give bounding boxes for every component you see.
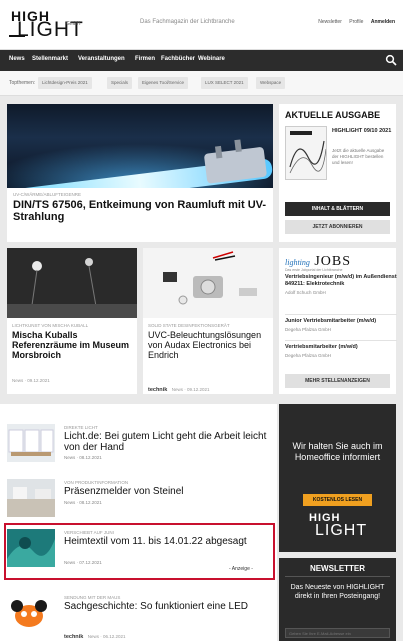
highlight-logo[interactable]: HIGH LIGHT GmbH [9, 8, 109, 42]
job-title[interactable]: Junior Vertriebsmitarbeiter (m/w/d) [285, 318, 397, 325]
promo-text: Wir halten Sie auch im Homeoffice inform… [292, 441, 383, 462]
article-card-kuball[interactable]: LICHTKUNST VON MISCHA KUBALL Mischa Kuba… [7, 248, 137, 394]
job-title[interactable]: Vertriebsmitarbeiter (m/w/d) [285, 344, 397, 351]
hero-category: UV-C/WÄRME/ABLUFTEIGENRE [13, 192, 82, 197]
more-jobs-button[interactable]: MEHR STELLENANZEIGEN [285, 374, 390, 388]
read-free-button[interactable]: KOSTENLOS LESEN [303, 494, 372, 506]
job-item[interactable]: Vertriebsingenieur (m/w/d) im Außendiens… [285, 274, 397, 295]
topic-chip[interactable]: LUX SELECT 2021 [201, 77, 248, 89]
nav-item-stellenmarkt[interactable]: Stellenmarkt [32, 56, 68, 62]
divider [285, 340, 397, 341]
news-category: VON PRODUKTINFORMATION [64, 480, 129, 485]
news-item[interactable]: SENDUNG MIT DER MAUS Sachgeschichte: So … [7, 594, 272, 640]
newsletter-panel: NEWSLETTER Das Neueste von HIGHLIGHT dir… [279, 558, 396, 641]
topic-chip[interactable]: Webspace [256, 77, 286, 89]
job-item[interactable]: Vertriebsmitarbeiter (m/w/d) Degeha Pfal… [285, 344, 397, 358]
issue-panel: AKTUELLE AUSGABE HIGHLIGHT 09/10 2021 Je… [279, 104, 396, 242]
hero-image [7, 104, 273, 188]
newsletter-email-input[interactable] [285, 628, 390, 638]
logo-sup: GmbH [66, 21, 81, 27]
job-company: Degeha Pfalzsa GmbH [285, 353, 332, 358]
subscribe-button[interactable]: JETZT ABONNIEREN [285, 220, 390, 234]
news-thumb-sensor [7, 479, 55, 517]
newsletter-link[interactable]: Newsletter [318, 19, 342, 25]
uvc-category: SOLID STATE DESINFEKTIONSGERÄT [148, 323, 230, 328]
topics-label: Topthemen: [9, 80, 36, 86]
logo-bar [9, 35, 25, 37]
topic-chip[interactable]: Eigenes Tool/Service [138, 77, 188, 89]
uvc-tag[interactable]: technik [148, 387, 167, 393]
news-item[interactable]: VON PRODUKTINFORMATION Präsenzmelder von… [7, 479, 272, 525]
read-issue-button[interactable]: INHALT & BLÄTTERN [285, 202, 390, 216]
uvc-title[interactable]: UVC-Beleuchtungslösungen von Audax Elect… [148, 330, 270, 360]
news-item[interactable]: DIREKTE LICHT Licht.de: Bei gutem Licht … [7, 424, 272, 470]
job-title[interactable]: Vertriebsingenieur (m/w/d) im Außendiens… [285, 274, 397, 288]
news-thumb-office [7, 424, 55, 462]
kuball-image [7, 248, 137, 318]
promo-logo: HIGH LIGHT [309, 512, 369, 542]
jobs-subtitle: Das erste Jobportal der Lichtbranche [285, 268, 343, 272]
topic-chip[interactable]: Specials [107, 77, 133, 89]
news-meta: News · 08.12.2021 [64, 500, 102, 505]
newsletter-text: Das Neueste von HIGHLIGHT direkt in Ihre… [290, 584, 385, 600]
kuball-title[interactable]: Mischa Kuballs Referenzräume im Museum M… [12, 330, 134, 360]
hero-article[interactable]: UV-C/WÄRME/ABLUFTEIGENRE DIN/TS 67506, E… [7, 104, 273, 243]
news-category: DIREKTE LICHT [64, 425, 98, 430]
jobs-logo-lighting: lighting [285, 258, 310, 267]
issue-desc: Jetzt die aktuelle Ausgabe der HIGHLIGHT… [332, 148, 385, 165]
uvc-meta: News · 09.12.2021 [171, 387, 210, 392]
ad-label: - Anzeige - [229, 566, 253, 572]
jobs-logo-jobs: JOBS [314, 254, 352, 269]
search-icon[interactable] [385, 54, 397, 66]
kuball-category: LICHTKUNST VON MISCHA KUBALL [12, 323, 89, 328]
news-title[interactable]: Licht.de: Bei gutem Licht geht die Arbei… [64, 431, 269, 453]
news-thumb-heimtextil [7, 529, 55, 567]
nav-item-firmen[interactable]: Firmen [135, 56, 155, 62]
topic-bar: Topthemen: Lichtdesign-Preis 2021 Specia… [0, 71, 403, 96]
utility-links: Newsletter Profile Anmelden [312, 19, 395, 25]
job-item[interactable]: Junior Vertriebsmitarbeiter (m/w/d) Dege… [285, 318, 397, 332]
profile-link[interactable]: Profile [349, 19, 363, 25]
divider [285, 314, 397, 315]
article-card-uvc[interactable]: SOLID STATE DESINFEKTIONSGERÄT UVC-Beleu… [143, 248, 273, 394]
issue-heading: AKTUELLE AUSGABE [285, 110, 381, 120]
main-nav: News Stellenmarkt Veranstaltungen Firmen… [0, 50, 403, 71]
news-meta-row: technik News · 06.12.2021 [64, 625, 126, 641]
issue-cover[interactable] [285, 126, 327, 180]
nav-item-news[interactable]: News [9, 56, 25, 62]
nav-item-veranstaltungen[interactable]: Veranstaltungen [78, 56, 125, 62]
job-company: Adolf Schuch GmbH [285, 290, 326, 295]
issue-title[interactable]: HIGHLIGHT 09/10 2021 [332, 128, 392, 135]
topic-chip[interactable]: Lichtdesign-Preis 2021 [38, 77, 92, 89]
news-title[interactable]: Sachgeschichte: So funktioniert eine LED [64, 601, 269, 612]
news-title[interactable]: Präsenzmelder von Steinel [64, 486, 269, 497]
job-company: Degeha Pfalzsa GmbH [285, 327, 332, 332]
news-meta: News · 08.12.2021 [64, 455, 102, 460]
uvc-meta-row: technik News · 09.12.2021 [148, 378, 210, 396]
promo-logo-bottom: LIGHT [315, 522, 368, 539]
kuball-meta: News · 09.12.2021 [12, 378, 50, 383]
news-tag[interactable]: technik [64, 634, 83, 640]
news-title[interactable]: Heimtextil vom 11. bis 14.01.22 abgesagt [64, 536, 269, 547]
site-header: HIGH LIGHT GmbH Das Fachmagazin der Lich… [0, 0, 403, 50]
nav-item-fachbuecher[interactable]: Fachbücher [161, 56, 195, 62]
jobs-panel: lighting JOBS Das erste Jobportal der Li… [279, 248, 397, 394]
divider [285, 576, 390, 577]
hero-title[interactable]: DIN/TS 67506, Entkeimung von Raumluft mi… [13, 199, 271, 223]
uvc-image [143, 248, 273, 318]
promo-ad-panel[interactable]: Wir halten Sie auch im Homeoffice inform… [279, 404, 396, 552]
news-meta: News · 07.12.2021 [64, 560, 102, 565]
news-category: SENDUNG MIT DER MAUS [64, 595, 121, 600]
news-meta: News · 06.12.2021 [87, 634, 126, 639]
news-category: VERSCHIEBT AUF JUNI [64, 530, 114, 535]
nav-item-webinare[interactable]: Webinare [198, 56, 225, 62]
news-list: DIREKTE LICHT Licht.de: Bei gutem Licht … [0, 404, 277, 641]
site-tagline: Das Fachmagazin der Lichtbranche [140, 19, 235, 25]
news-thumb-maus [7, 594, 55, 632]
hero-bottom-pad [7, 236, 273, 242]
newsletter-heading: NEWSLETTER [309, 564, 366, 573]
login-link[interactable]: Anmelden [371, 19, 395, 25]
